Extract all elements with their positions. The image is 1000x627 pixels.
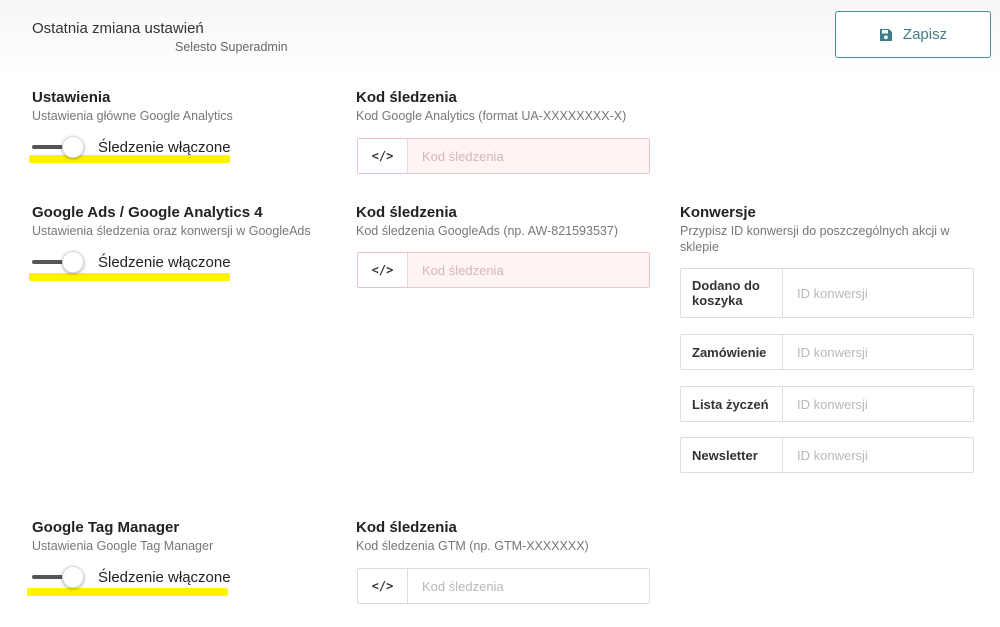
toggle-knob: [62, 136, 84, 158]
toggle-highlight: [27, 588, 228, 596]
conversion-label-newsletter: Newsletter: [681, 438, 783, 472]
conversion-label-add-to-cart: Dodano do koszyka: [681, 269, 783, 317]
conversion-label-order: Zamówienie: [681, 335, 783, 369]
code-desc-gtm: Kod śledzenia GTM (np. GTM-XXXXXXX): [356, 539, 589, 553]
code-title-gtm: Kod śledzenia: [356, 519, 457, 536]
code-title-settings: Kod śledzenia: [356, 89, 457, 106]
tracking-code-field-gtm: </>: [357, 568, 650, 604]
conversions-title: Konwersje: [680, 204, 756, 221]
toggle-highlight: [29, 273, 230, 281]
conversion-row-add-to-cart: Dodano do koszyka: [680, 268, 974, 318]
last-change-user: Selesto Superadmin: [175, 40, 288, 54]
toggle-label-google-ads: Śledzenie włączone: [98, 254, 231, 271]
code-icon: </>: [358, 253, 408, 287]
save-button-label: Zapisz: [902, 26, 948, 43]
tracking-code-field-google-ads: </>: [357, 252, 650, 288]
code-icon: </>: [358, 569, 408, 603]
section-desc-google-ads: Ustawienia śledzenia oraz konwersji w Go…: [32, 224, 311, 238]
conversion-label-wishlist: Lista życzeń: [681, 387, 783, 421]
last-change-label: Ostatnia zmiana ustawień: [32, 20, 204, 37]
section-title-google-ads: Google Ads / Google Analytics 4: [32, 204, 263, 221]
toggle-label-settings: Śledzenie włączone: [98, 139, 231, 156]
code-desc-settings: Kod Google Analytics (format UA-XXXXXXXX…: [356, 109, 627, 123]
tracking-code-input-ga[interactable]: [408, 139, 649, 173]
section-title-settings: Ustawienia: [32, 89, 111, 106]
code-icon: </>: [358, 139, 408, 173]
floppy-disk-icon: [879, 28, 893, 42]
conversion-row-order: Zamówienie: [680, 334, 974, 370]
tracking-code-input-google-ads[interactable]: [408, 253, 649, 287]
section-title-gtm: Google Tag Manager: [32, 519, 180, 536]
toggle-knob: [62, 251, 84, 273]
section-desc-settings: Ustawienia główne Google Analytics: [32, 109, 233, 123]
tracking-toggle-gtm[interactable]: [32, 566, 92, 588]
conversion-input-wishlist[interactable]: [783, 387, 973, 421]
conversion-row-wishlist: Lista życzeń: [680, 386, 974, 422]
save-button[interactable]: Zapisz: [835, 11, 991, 58]
tracking-code-input-gtm[interactable]: [408, 569, 649, 603]
toggle-knob: [62, 566, 84, 588]
toggle-label-gtm: Śledzenie włączone: [98, 569, 231, 586]
tracking-toggle-settings[interactable]: [32, 136, 92, 158]
code-desc-google-ads: Kod śledzenia GoogleAds (np. AW-82159353…: [356, 224, 618, 238]
conversions-desc: Przypisz ID konwersji do poszczególnych …: [680, 224, 950, 254]
conversion-row-newsletter: Newsletter: [680, 437, 974, 473]
conversion-input-newsletter[interactable]: [783, 438, 973, 472]
tracking-toggle-google-ads[interactable]: [32, 251, 92, 273]
conversion-input-add-to-cart[interactable]: [783, 269, 973, 317]
code-title-google-ads: Kod śledzenia: [356, 204, 457, 221]
section-desc-gtm: Ustawienia Google Tag Manager: [32, 539, 214, 553]
conversion-input-order[interactable]: [783, 335, 973, 369]
tracking-code-field-ga: </>: [357, 138, 650, 174]
